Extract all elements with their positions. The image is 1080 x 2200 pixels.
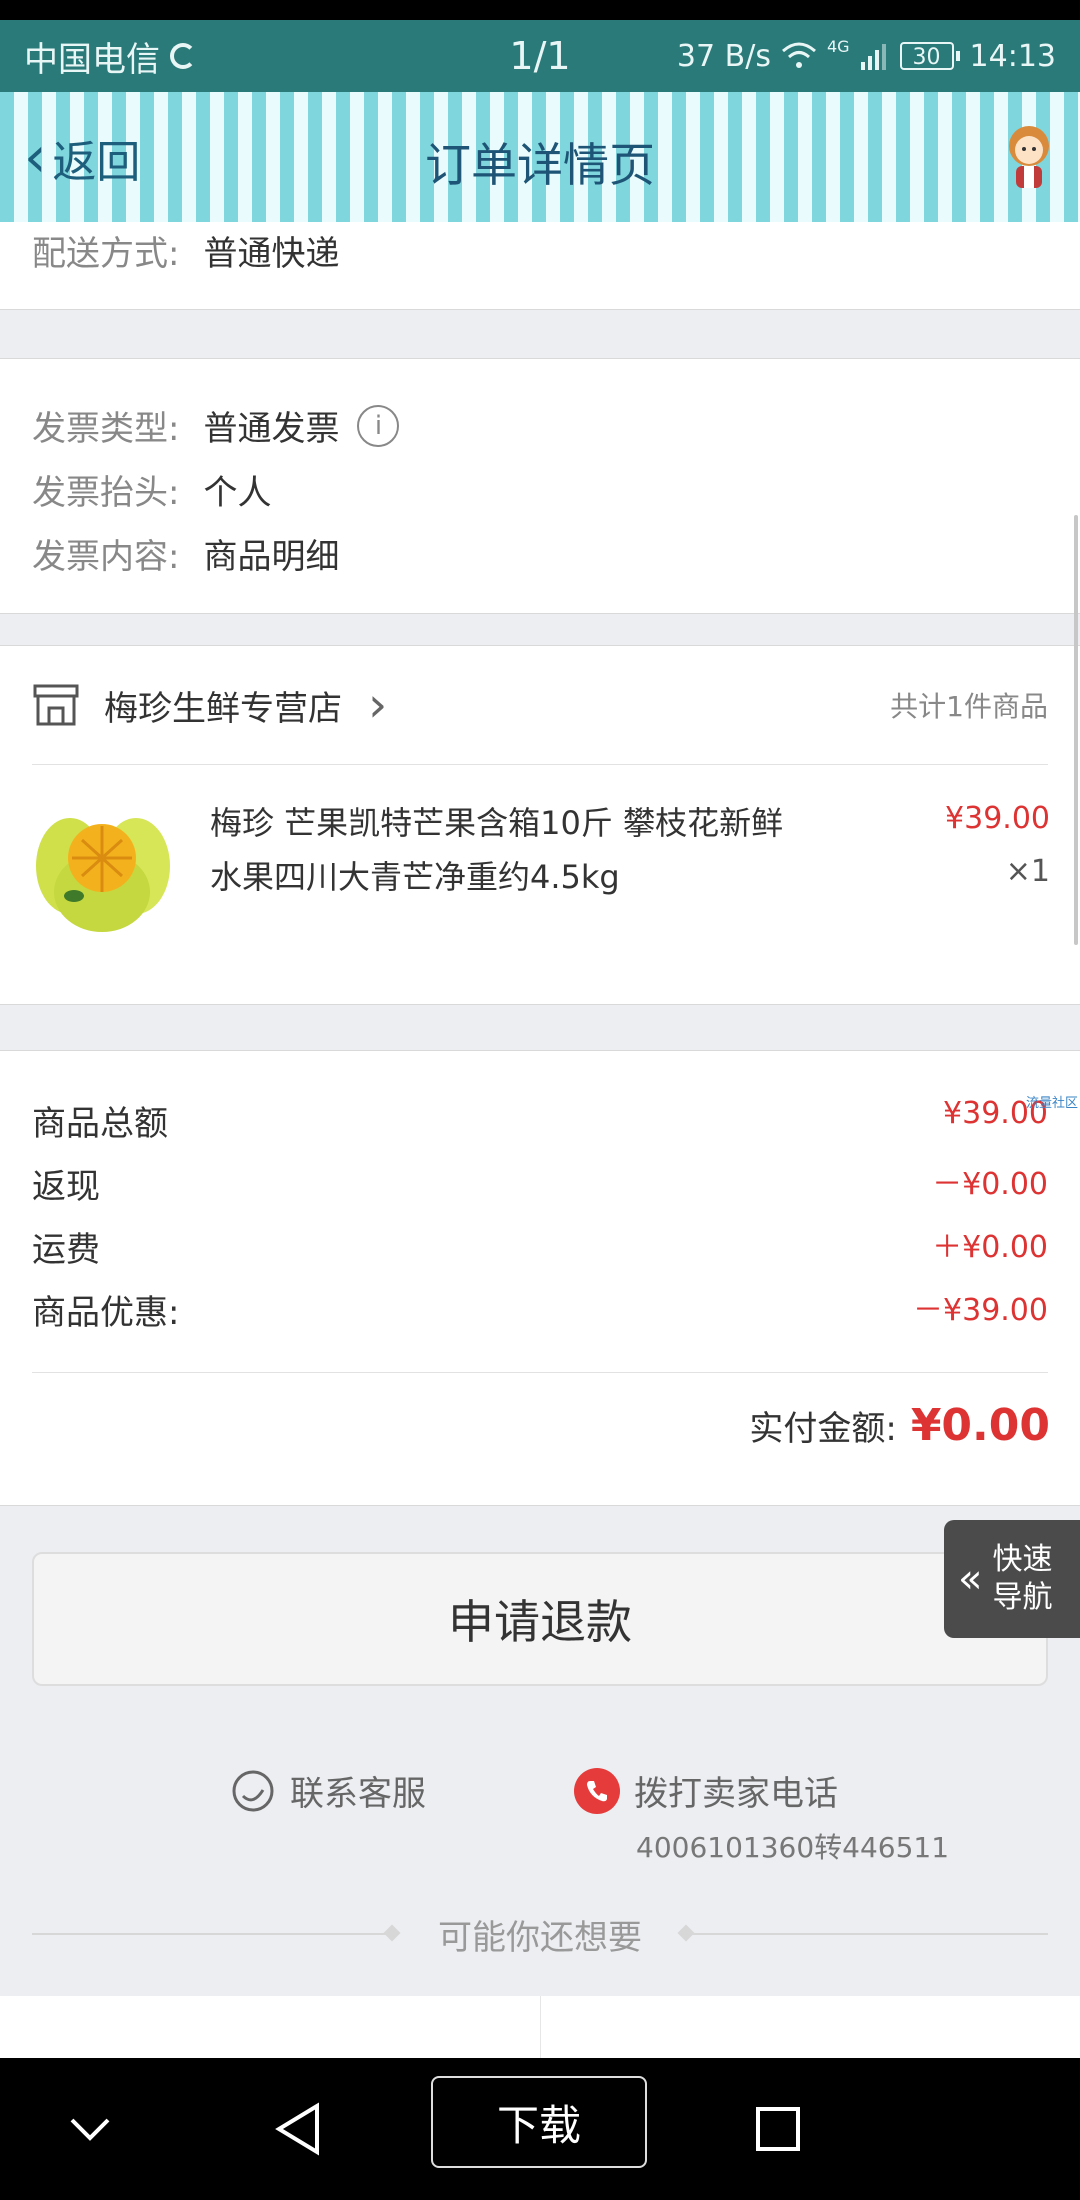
delivery-card: 配送方式: 普通快递 bbox=[0, 222, 1080, 310]
product-image[interactable] bbox=[32, 796, 174, 946]
summary-amount: －¥39.00 bbox=[913, 1293, 1048, 1328]
summary-row: 商品总额 ¥39.00 bbox=[32, 1096, 1048, 1145]
quick-nav-label: 快速导航 bbox=[992, 1542, 1053, 1615]
summary-amount: －¥0.00 bbox=[932, 1167, 1048, 1202]
chat-icon bbox=[232, 1770, 274, 1811]
summary-row: 运费 ＋¥0.00 bbox=[32, 1222, 1048, 1271]
chevron-down-icon bbox=[70, 2118, 110, 2141]
summary-divider bbox=[32, 1372, 1048, 1373]
invoice-content-label: 发票内容: bbox=[32, 537, 180, 577]
product-quantity: ×1 bbox=[1005, 854, 1050, 889]
summary-amount: ＋¥0.00 bbox=[932, 1230, 1048, 1265]
divider-line bbox=[692, 1933, 1048, 1935]
invoice-type-row: 发票类型: 普通发票 i bbox=[32, 401, 400, 450]
wifi-icon bbox=[781, 42, 816, 68]
app-header: ‹ 返回 订单详情页 bbox=[0, 92, 1080, 222]
store-icon bbox=[33, 684, 79, 726]
watermark-text: 流量社区 bbox=[1025, 1096, 1078, 1111]
shop-row[interactable]: 梅珍生鲜专营店 › 共计1件商品 bbox=[32, 646, 1048, 765]
paid-label: 实付金额: bbox=[749, 1409, 897, 1449]
paid-total: 实付金额: ¥0.00 bbox=[749, 1400, 1050, 1451]
contact-service-button[interactable]: 联系客服 bbox=[230, 1766, 426, 1815]
paid-value: ¥0.00 bbox=[910, 1400, 1050, 1451]
item-count: 共计1件商品 bbox=[890, 690, 1048, 723]
phone-icon bbox=[574, 1767, 620, 1814]
loading-icon bbox=[170, 43, 196, 69]
invoice-card: 发票类型: 普通发票 i 发票抬头: 个人 发票内容: 商品明细 bbox=[0, 358, 1080, 614]
summary-row: 返现 －¥0.00 bbox=[32, 1159, 1048, 1208]
system-nav-bar: 下载 bbox=[0, 2058, 1080, 2200]
call-label: 拨打卖家电话 bbox=[634, 1774, 838, 1814]
summary-label: 返现 bbox=[32, 1167, 100, 1207]
delivery-label: 配送方式: bbox=[32, 234, 180, 274]
avatar[interactable] bbox=[1000, 120, 1058, 190]
chevron-right-icon: › bbox=[368, 677, 388, 733]
carrier-label: 中国电信 bbox=[24, 39, 160, 80]
info-icon[interactable]: i bbox=[357, 404, 400, 447]
back-label: 返回 bbox=[52, 137, 141, 188]
network-type: 4G bbox=[826, 36, 850, 56]
chevron-left-icon: ‹ bbox=[24, 125, 47, 190]
recommend-split bbox=[540, 1996, 541, 2058]
call-seller-button[interactable]: 拨打卖家电话 bbox=[574, 1766, 838, 1815]
page-title: 订单详情页 bbox=[425, 138, 655, 192]
recommend-area bbox=[0, 1996, 1080, 2058]
invoice-content-value: 商品明细 bbox=[203, 537, 340, 577]
square-icon bbox=[756, 2107, 800, 2151]
invoice-title-value: 个人 bbox=[203, 473, 272, 513]
shop-name: 梅珍生鲜专营店 bbox=[104, 688, 342, 729]
contact-label: 联系客服 bbox=[290, 1774, 426, 1814]
battery-icon: 30 bbox=[899, 42, 960, 70]
invoice-title-label: 发票抬头: bbox=[32, 473, 180, 513]
scrollbar[interactable] bbox=[1074, 515, 1078, 945]
product-price: ¥39.00 bbox=[945, 801, 1050, 836]
summary-label: 商品优惠: bbox=[32, 1293, 180, 1333]
summary-label: 运费 bbox=[32, 1230, 100, 1270]
net-speed: 37 B/s bbox=[676, 38, 771, 74]
battery-level: 30 bbox=[899, 42, 954, 70]
quick-nav-button[interactable]: « 快速导航 bbox=[944, 1520, 1080, 1638]
delivery-row: 配送方式: 普通快递 bbox=[32, 226, 339, 275]
summary-row: 商品优惠: －¥39.00 bbox=[32, 1285, 1048, 1334]
summary-label: 商品总额 bbox=[32, 1104, 168, 1144]
triangle-back-icon bbox=[275, 2102, 319, 2156]
clock: 14:13 bbox=[969, 38, 1056, 74]
product-title[interactable]: 梅珍 芒果凯特芒果含箱10斤 攀枝花新鲜水果四川大青芒净重约4.5kg bbox=[210, 796, 810, 904]
recent-apps-button[interactable] bbox=[738, 2058, 818, 2200]
seller-phone: 4006101360转446511 bbox=[636, 1831, 950, 1864]
back-button[interactable]: ‹ 返回 bbox=[24, 126, 140, 190]
download-button[interactable]: 下载 bbox=[431, 2076, 647, 2168]
invoice-title-row: 发票抬头: 个人 bbox=[32, 465, 271, 514]
signal-icon bbox=[860, 44, 886, 70]
download-label: 下载 bbox=[496, 2100, 581, 2150]
hide-nav-button[interactable] bbox=[50, 2058, 130, 2200]
top-black-strip bbox=[0, 0, 1080, 20]
back-nav-button[interactable] bbox=[258, 2058, 338, 2200]
refund-button[interactable]: 申请退款 bbox=[32, 1552, 1048, 1686]
double-chevron-left-icon: « bbox=[958, 1556, 983, 1602]
invoice-type-value: 普通发票 bbox=[203, 409, 340, 449]
shop-card: 梅珍生鲜专营店 › 共计1件商品 梅珍 芒果凯特芒果含箱10斤 攀枝花新鲜水果四… bbox=[0, 645, 1080, 1005]
invoice-type-label: 发票类型: bbox=[32, 409, 180, 449]
invoice-content-row: 发票内容: 商品明细 bbox=[32, 529, 339, 578]
status-bar: 中国电信 1/1 37 B/s 4G 30 14:13 bbox=[0, 20, 1080, 92]
delivery-value: 普通快递 bbox=[203, 234, 340, 274]
